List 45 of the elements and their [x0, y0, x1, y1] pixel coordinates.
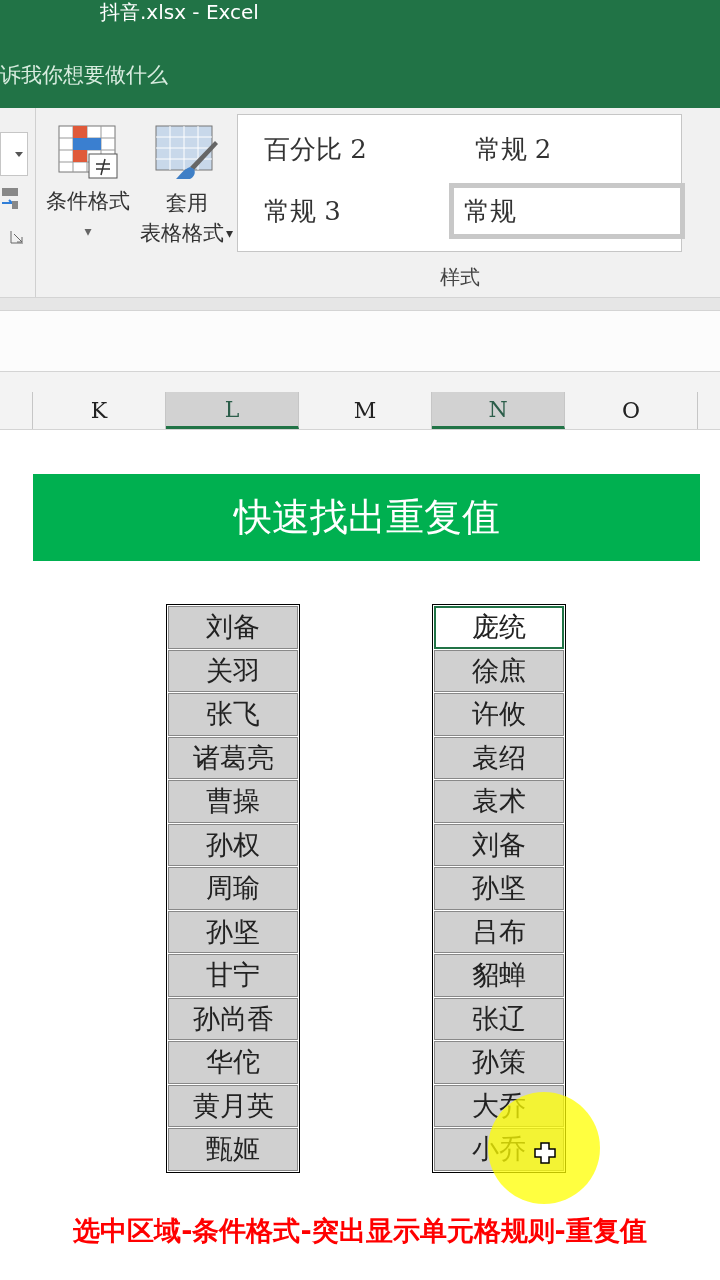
- name-cell[interactable]: 刘备: [168, 606, 298, 649]
- cell-style-option[interactable]: 常规: [448, 183, 686, 239]
- name-cell[interactable]: 袁绍: [434, 736, 564, 779]
- name-cell[interactable]: 诸葛亮: [168, 736, 298, 779]
- format-as-table-button[interactable]: 套用 表格格式▾: [138, 124, 236, 297]
- name-cell[interactable]: 吕布: [434, 910, 564, 953]
- conditional-format-icon: [57, 124, 119, 180]
- name-cell[interactable]: 貂蝉: [434, 954, 564, 997]
- name-cell[interactable]: 庞统: [434, 606, 564, 649]
- name-cell[interactable]: 张辽: [434, 997, 564, 1040]
- cursor-icon: [534, 1142, 556, 1164]
- instruction-caption: 选中区域-条件格式-突出显示单元格规则-重复值: [72, 1213, 648, 1248]
- name-cell[interactable]: 袁术: [434, 780, 564, 823]
- conditional-format-button[interactable]: 条件格式 ▾: [44, 124, 132, 297]
- name-cell[interactable]: 孙坚: [434, 867, 564, 910]
- name-cell[interactable]: 张飞: [168, 693, 298, 736]
- name-cell[interactable]: 许攸: [434, 693, 564, 736]
- cell-style-option[interactable]: 百分比 2: [254, 121, 465, 177]
- name-cell[interactable]: 孙权: [168, 823, 298, 866]
- column-header[interactable]: O: [565, 392, 698, 429]
- decimal-icon: [0, 186, 20, 212]
- name-cell[interactable]: 刘备: [434, 823, 564, 866]
- name-cell[interactable]: 孙坚: [168, 910, 298, 953]
- dialog-launcher-icon[interactable]: [10, 230, 24, 244]
- cell-style-option[interactable]: 常规 2: [464, 121, 676, 177]
- caret-icon: [15, 151, 23, 157]
- title-banner: 快速找出重复值: [33, 474, 700, 561]
- column-header[interactable]: N: [432, 392, 565, 429]
- name-cell[interactable]: 孙策: [434, 1041, 564, 1084]
- group-label: 样式: [438, 264, 481, 291]
- format-dropdown[interactable]: [0, 132, 28, 176]
- name-cell[interactable]: 黄月英: [168, 1084, 298, 1127]
- name-cell[interactable]: 关羽: [168, 649, 298, 692]
- name-cell[interactable]: 甄姬: [168, 1128, 298, 1171]
- table-brush-icon: [153, 124, 220, 182]
- name-cell[interactable]: 周瑜: [168, 867, 298, 910]
- name-cell[interactable]: 甘宁: [168, 954, 298, 997]
- name-cell[interactable]: 曹操: [168, 780, 298, 823]
- tell-me-field[interactable]: 诉我你想要做什么: [0, 60, 168, 92]
- column-header[interactable]: L: [166, 392, 299, 429]
- formula-bar[interactable]: [0, 310, 720, 372]
- name-cell[interactable]: 孙尚香: [168, 997, 298, 1040]
- name-cell[interactable]: 华佗: [168, 1041, 298, 1084]
- name-cell[interactable]: 徐庶: [434, 649, 564, 692]
- window-title: 抖音.xlsx - Excel: [100, 0, 259, 24]
